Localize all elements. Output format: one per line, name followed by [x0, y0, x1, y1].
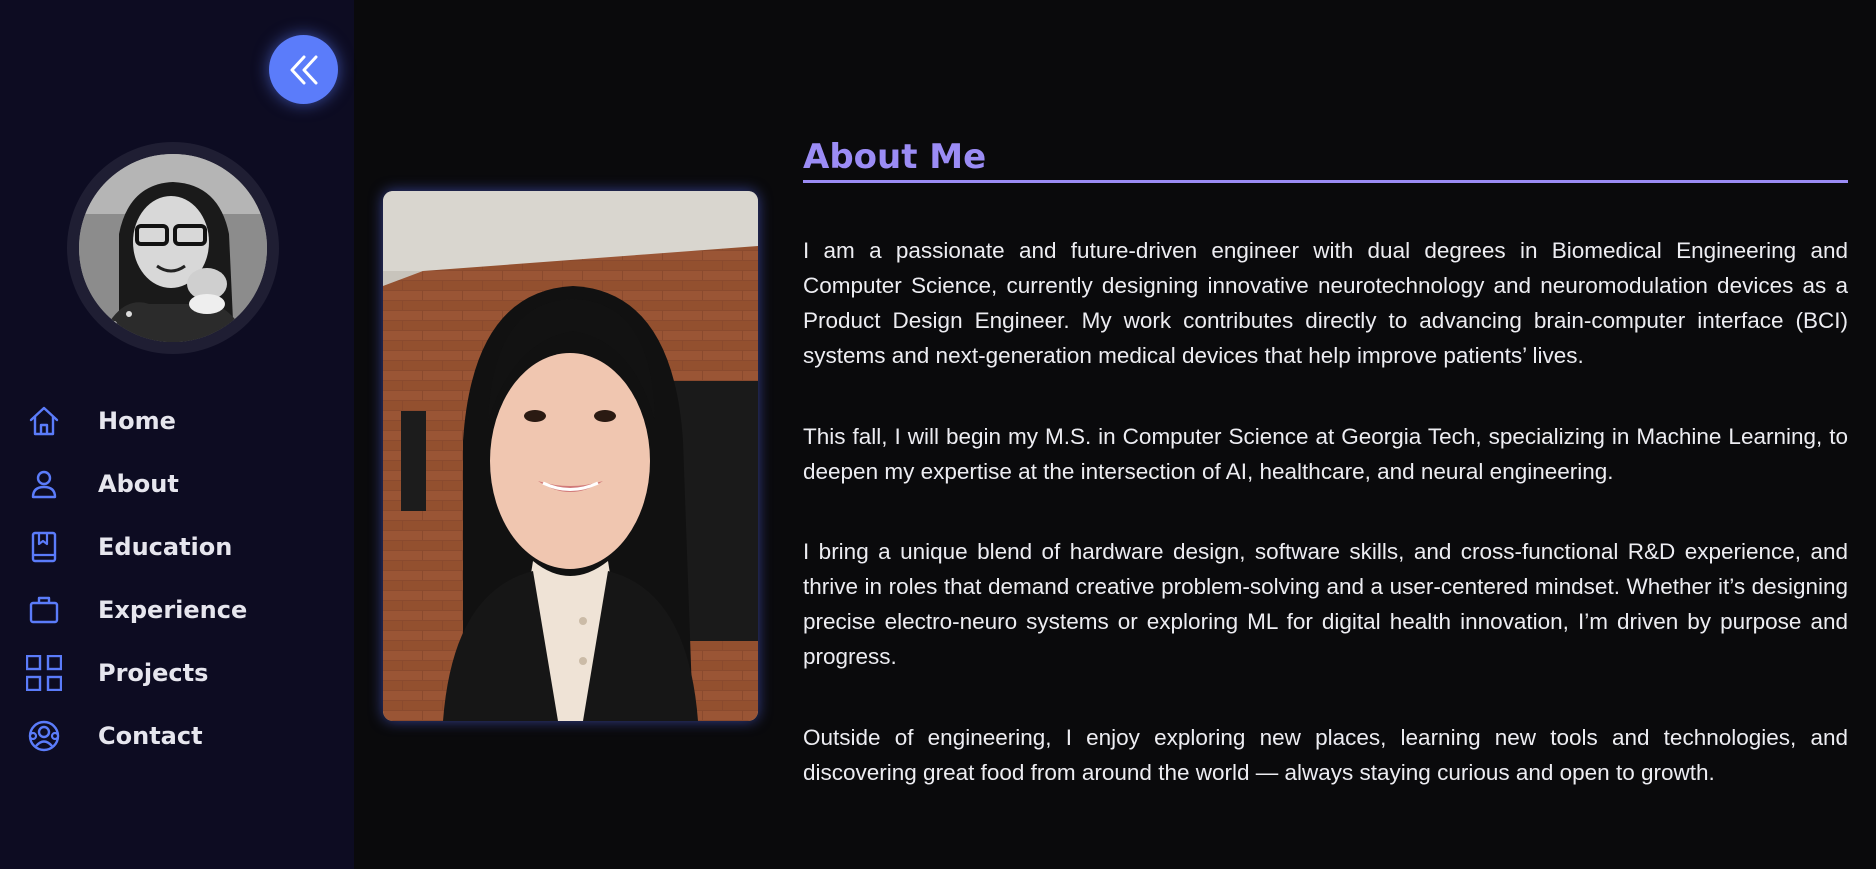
- about-paragraph-4: Outside of engineering, I enjoy explorin…: [803, 725, 1848, 785]
- contact-icon: [24, 716, 64, 756]
- sidebar-item-label: About: [98, 470, 179, 498]
- grid-icon: [24, 653, 64, 693]
- sidebar-item-label: Contact: [98, 722, 203, 750]
- sidebar-item-label: Experience: [98, 596, 248, 624]
- double-chevron-left-icon: [290, 55, 317, 84]
- avatar: [67, 142, 279, 354]
- about-paragraph-3: I bring a unique blend of hardware desig…: [803, 539, 1848, 669]
- sidebar-item-projects[interactable]: Projects: [24, 653, 324, 693]
- collapse-sidebar-button[interactable]: [269, 35, 338, 104]
- user-icon: [24, 464, 64, 504]
- heading-underline: [803, 180, 1848, 183]
- sidebar-item-experience[interactable]: Experience: [24, 590, 324, 630]
- sidebar-item-label: Education: [98, 533, 233, 561]
- briefcase-icon: [24, 590, 64, 630]
- about-paragraph-2: This fall, I will begin my M.S. in Compu…: [803, 424, 1848, 484]
- sidebar-item-contact[interactable]: Contact: [24, 716, 324, 756]
- book-icon: [24, 527, 64, 567]
- profile-picture: [79, 154, 267, 342]
- sidebar-item-home[interactable]: Home: [24, 401, 324, 441]
- about-paragraph-1: I am a passionate and future-driven engi…: [803, 238, 1848, 368]
- page-title: About Me: [803, 137, 987, 177]
- portrait-photo: [383, 191, 758, 721]
- sidebar-item-education[interactable]: Education: [24, 527, 324, 567]
- sidebar: Home About Education Experience Projects…: [0, 0, 354, 869]
- sidebar-item-label: Projects: [98, 659, 209, 687]
- home-icon: [24, 401, 64, 441]
- sidebar-item-label: Home: [98, 407, 176, 435]
- about-section: About Me I am a passionate and future-dr…: [803, 134, 1848, 785]
- sidebar-item-about[interactable]: About: [24, 464, 324, 504]
